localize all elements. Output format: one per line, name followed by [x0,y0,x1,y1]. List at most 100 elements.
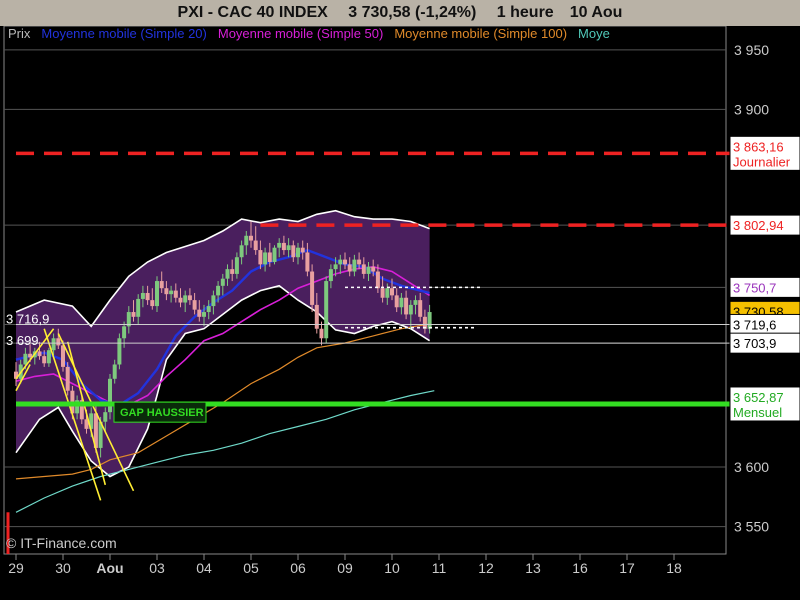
price-tag-sub: Journalier [733,154,791,169]
candle-body [296,247,300,258]
candle-body [314,304,319,329]
candle-body [150,300,155,307]
candle-body [408,304,413,315]
candle-body [399,297,404,308]
x-tick-label: 12 [478,560,494,576]
candle-body [159,281,164,289]
period-label: 1 heure [496,4,554,21]
candle-body [267,252,272,262]
candle-body [202,312,206,317]
x-tick-label: 10 [384,560,400,576]
candle-body [277,242,282,248]
last-price: 3 730,58 (-1,24%) [348,4,477,21]
candle-body [155,281,159,307]
candle-body [291,245,296,258]
x-tick-label: 06 [290,560,306,576]
x-tick-label: 03 [149,560,165,576]
candle-body [319,328,324,339]
candle-body [28,353,33,358]
candle-body [244,235,249,246]
y-tick-label: 3 900 [734,101,769,117]
x-tick-label: 18 [666,560,682,576]
candle-body [385,288,390,298]
candle-body [65,366,70,391]
candle-body [300,247,305,253]
price-tag-label: 3 863,16 [733,139,784,154]
candle-body [249,235,253,241]
candle-body [390,288,394,296]
x-tick-label: 29 [8,560,24,576]
legend-entry: Moyenne mobile (Simple 100) [394,26,567,41]
candle-body [418,300,423,317]
candle-body [394,295,399,308]
candle-body [258,250,263,265]
symbol-title: PXI - CAC 40 INDEX [177,4,328,21]
candle-body [122,326,127,339]
x-tick-label: 30 [55,560,71,576]
y-tick-label: 3 950 [734,42,769,58]
candle-body [117,338,122,365]
legend-entry: Prix [8,26,31,41]
chart-header: PXI - CAC 40 INDEX 3 730,58 (-1,24%) 1 h… [0,0,800,26]
x-tick-label: 05 [243,560,259,576]
legend-entry: Moyenne mobile (Simple 50) [218,26,383,41]
candle-body [178,297,183,303]
watermark: © IT-Finance.com [6,535,117,551]
price-tag-label: 3 750,7 [733,280,776,295]
candle-body [272,247,277,262]
candle-body [192,300,197,310]
candle-body [234,257,239,274]
candle-body [380,288,385,298]
candle-body [413,300,418,305]
price-tag-label: 3 802,94 [733,218,784,233]
candle-body [131,312,136,317]
candle-body [164,288,169,295]
candle-body [371,266,376,272]
candle-body [310,271,315,305]
candle-body [183,295,188,303]
x-tick-label: 11 [432,560,447,576]
candle-body [239,245,244,258]
left-price-label: 3 716,9 [6,312,49,327]
candle-body [23,353,28,365]
left-price-label: 3 699 [6,333,39,348]
candle-body [187,295,192,301]
candle-body [216,285,221,296]
price-tag-sub: Mensuel [733,405,782,420]
candle-body [281,242,286,251]
price-tag-label: 3 703,9 [733,336,776,351]
candle-body [103,412,108,422]
x-tick-label: 04 [196,560,212,576]
candle-body [366,266,371,274]
candle-body [112,364,117,379]
y-tick-label: 3 550 [734,519,769,535]
candle-body [427,312,432,329]
legend-entry: Moyenne mobile (Simple 20) [41,26,206,41]
date-label: 10 Aou [569,4,623,21]
candle-body [347,264,352,272]
candle-body [220,278,225,286]
candle-body [37,351,42,357]
y-tick-label: 3 600 [734,459,769,475]
candle-body [136,298,141,317]
legend-entry: Moye [578,26,610,41]
candle-body [108,378,112,413]
candle-body [197,309,202,317]
candle-body [61,345,65,367]
x-tick-label: 17 [619,560,635,576]
price-tag-label: 3 652,87 [733,390,784,405]
x-tick-label: 13 [525,560,541,576]
candle-body [145,292,150,301]
candle-body [230,269,235,274]
candle-body [343,259,347,265]
x-tick-label: 16 [572,560,588,576]
candle-body [51,338,56,351]
candle-body [338,259,343,265]
price-chart[interactable]: 3 950 3 900 3 600 3 550 GAP HAUSSIER 3 716,9 3… [0,26,800,600]
candle-body [253,240,258,251]
candle-body [263,252,268,265]
candle-body [375,271,380,289]
candle-body [305,252,310,272]
candle-body [169,290,174,295]
annotation-gap-haussier: GAP HAUSSIER [120,407,204,419]
